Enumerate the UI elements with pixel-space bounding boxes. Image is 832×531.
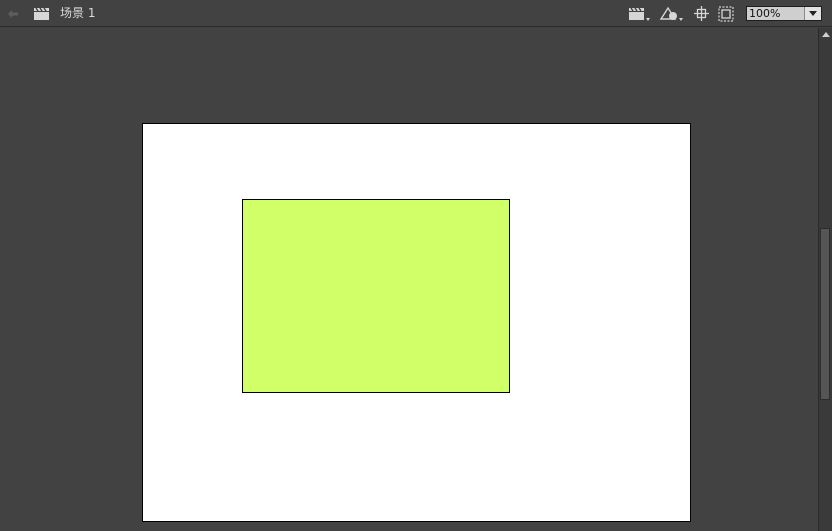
vertical-scrollbar[interactable] [818, 28, 832, 531]
rectangle-shape[interactable] [242, 199, 510, 393]
scene-label[interactable]: 场景 1 [60, 6, 95, 21]
stage-canvas[interactable] [142, 123, 691, 522]
chevron-down-icon[interactable] [804, 7, 821, 20]
crosshair-icon[interactable] [693, 5, 709, 22]
zoom-select[interactable]: 100% [746, 6, 822, 21]
clip-stage-icon[interactable] [717, 5, 734, 22]
clapperboard-icon [32, 5, 50, 22]
workspace[interactable] [0, 28, 818, 531]
scrollbar-thumb[interactable] [820, 228, 830, 400]
shapes-dropdown-icon[interactable] [659, 5, 685, 22]
back-arrow-icon[interactable] [6, 5, 20, 22]
clapperboard-dropdown-icon[interactable] [628, 5, 652, 22]
zoom-value: 100% [749, 7, 781, 20]
edit-bar: 场景 1 100% [0, 0, 832, 27]
scroll-up-icon[interactable] [819, 28, 832, 41]
